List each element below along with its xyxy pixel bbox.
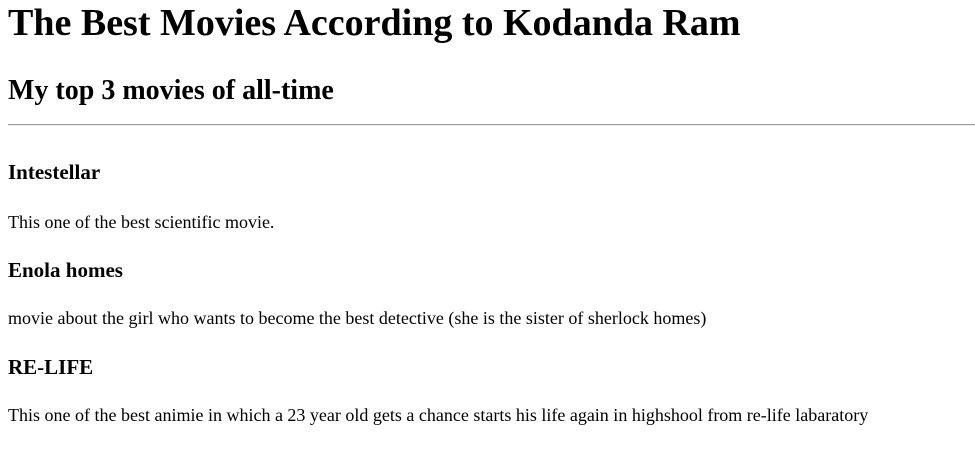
page-subtitle: My top 3 movies of all-time	[8, 75, 334, 106]
page-title: The Best Movies According to Kodanda Ram	[8, 2, 741, 44]
movie-title-re-life: RE-LIFE	[8, 355, 94, 379]
movie-title-enola-homes: Enola homes	[8, 258, 123, 282]
movie-description-re-life: This one of the best animie in which a 2…	[8, 405, 869, 425]
movie-title-interstellar: Intestellar	[8, 160, 101, 184]
movie-description-enola-homes: movie about the girl who wants to become…	[8, 308, 707, 328]
page-body: The Best Movies According to Kodanda Ram…	[0, 0, 975, 458]
movie-description-interstellar: This one of the best scientific movie.	[8, 212, 275, 232]
divider	[8, 124, 975, 126]
